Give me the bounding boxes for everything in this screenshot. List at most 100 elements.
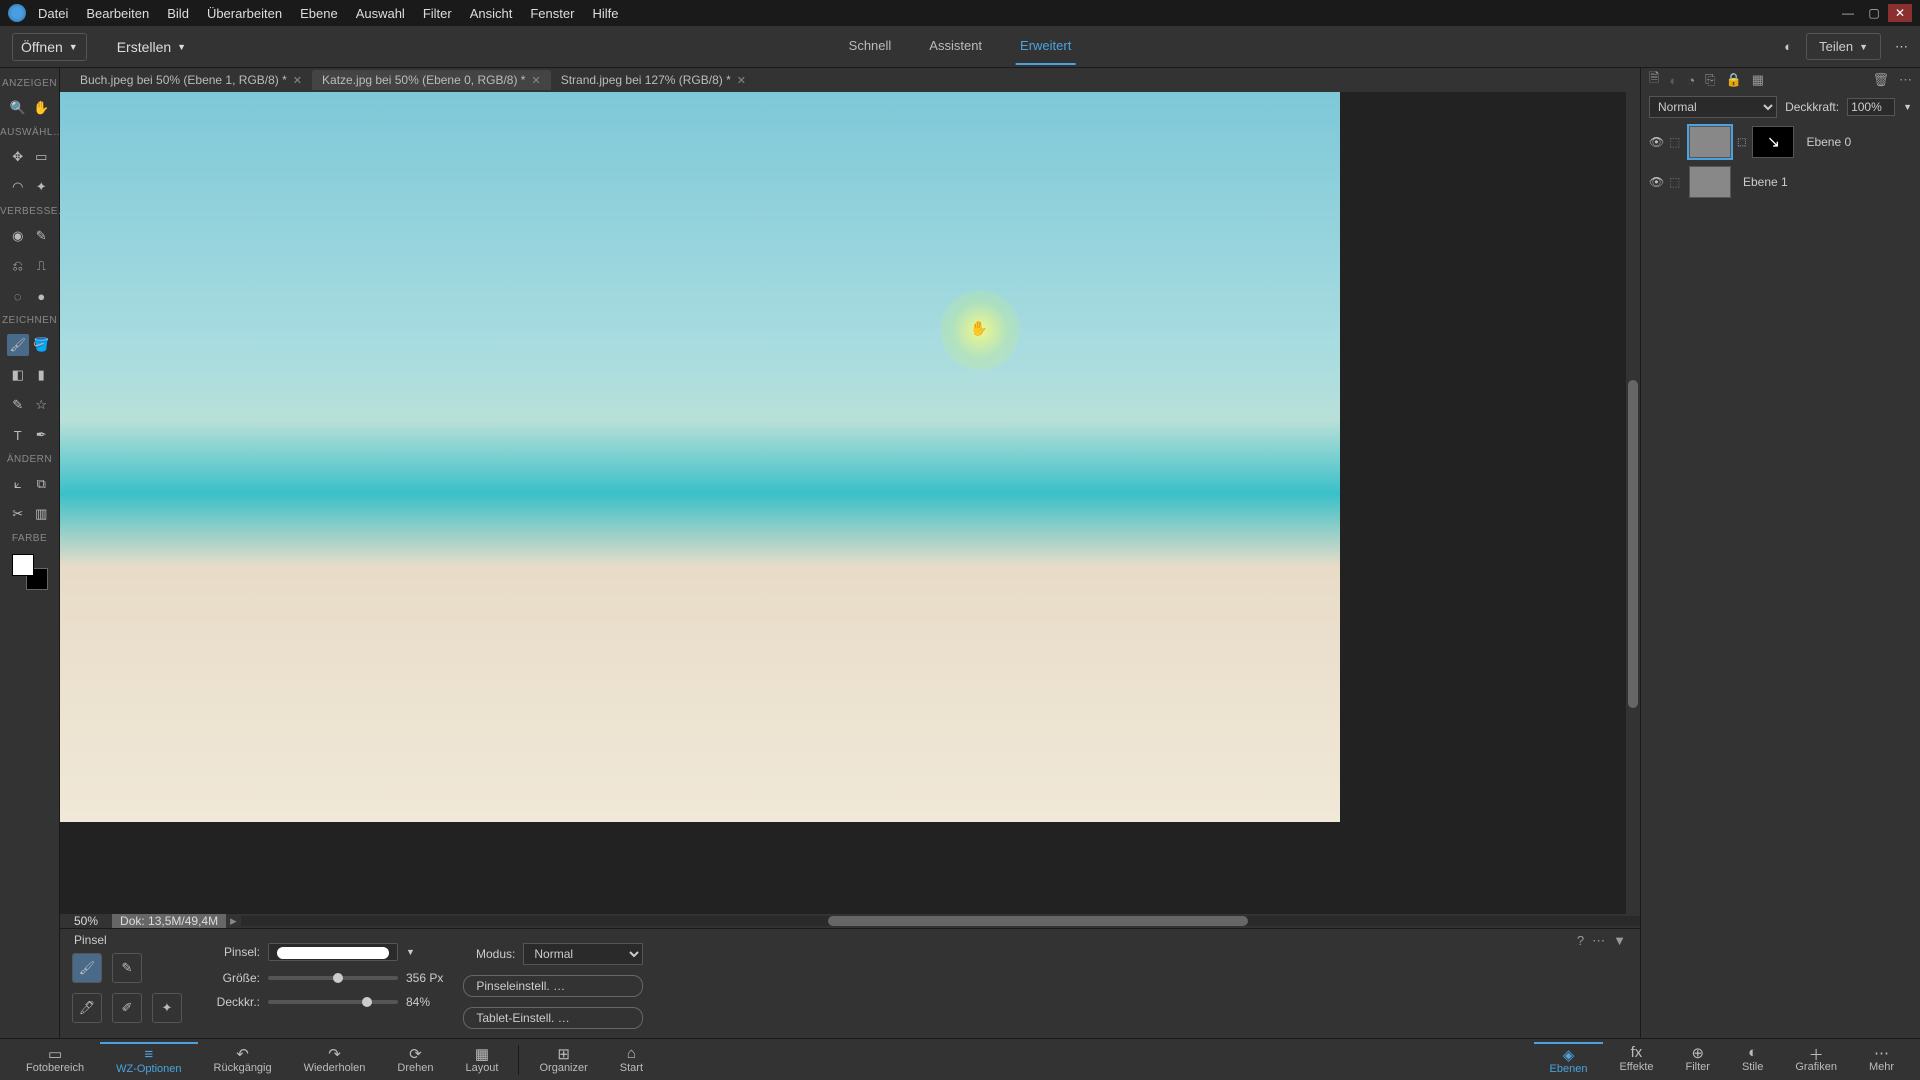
bottom-mehr[interactable]: ⋯Mehr <box>1853 1042 1910 1077</box>
brush-variant-3-icon[interactable]: 🖊 <box>72 993 102 1023</box>
menu-bearbeiten[interactable]: Bearbeiten <box>86 6 149 21</box>
bottom-effekte[interactable]: fxEffekte <box>1603 1042 1669 1077</box>
blur-tool-icon[interactable]: ◌ <box>7 285 29 307</box>
tablet-settings-button[interactable]: Tablet-Einstell. … <box>463 1007 643 1029</box>
zoom-tool-icon[interactable]: 🔍 <box>7 97 29 119</box>
shape-tool-icon[interactable]: ☆ <box>30 394 52 416</box>
tab-close-icon[interactable]: ✕ <box>737 74 746 87</box>
visibility-icon[interactable]: 👁 <box>1649 175 1663 189</box>
mode-select[interactable]: Normal <box>523 943 643 965</box>
bottom-organizer[interactable]: ⊞Organizer <box>523 1043 603 1076</box>
fx-icon[interactable]: ▦ <box>1752 72 1764 88</box>
mode-tab-assistent[interactable]: Assistent <box>925 28 986 65</box>
link-mask-icon[interactable]: ⬚ <box>1737 137 1746 148</box>
bottom-fotobereich[interactable]: ▭Fotobereich <box>10 1043 100 1076</box>
layer-opacity-input[interactable] <box>1847 98 1895 116</box>
panel-more-icon[interactable]: ⋯ <box>1899 72 1912 88</box>
theme-toggle-icon[interactable]: ◐ <box>1784 39 1792 54</box>
brush-variant-4-icon[interactable]: ✐ <box>112 993 142 1023</box>
layer-mask-thumbnail[interactable]: ↘ <box>1752 126 1794 158</box>
menu-bild[interactable]: Bild <box>167 6 189 21</box>
lasso-tool-icon[interactable]: ◠ <box>7 176 29 198</box>
create-button[interactable]: Erstellen▼ <box>107 35 196 59</box>
redeye-tool-icon[interactable]: ◉ <box>7 225 29 247</box>
lock-icon[interactable]: 🔒 <box>1726 72 1742 88</box>
options-more-icon[interactable]: ⋯ <box>1592 933 1605 949</box>
brush-settings-button[interactable]: Pinseleinstell. … <box>463 975 643 997</box>
horizontal-scrollbar[interactable]: 50% Dok: 13,5M/49,4M ▸ <box>60 914 1640 928</box>
brush-tool-icon[interactable]: 🖌 <box>7 334 29 356</box>
move-tool-icon[interactable]: ✥ <box>7 146 29 168</box>
brush-variant-2-icon[interactable]: ✎ <box>112 953 142 983</box>
tab-close-icon[interactable]: ✕ <box>293 74 302 87</box>
share-button[interactable]: Teilen▼ <box>1806 33 1881 60</box>
more-icon[interactable]: ⋯ <box>1895 39 1908 55</box>
opacity-slider[interactable] <box>268 1000 398 1004</box>
menu-ebene[interactable]: Ebene <box>300 6 338 21</box>
hand-tool-icon[interactable]: ✋ <box>30 97 52 119</box>
visibility-icon[interactable]: 👁 <box>1649 135 1663 149</box>
recompose-tool-icon[interactable]: ⧉ <box>30 473 52 495</box>
menu-filter[interactable]: Filter <box>423 6 452 21</box>
brush-variant-1-icon[interactable]: 🖌 <box>72 953 102 983</box>
lock-indicator-icon[interactable]: ⬚ <box>1669 135 1683 149</box>
crop-tool-icon[interactable]: ⟀ <box>7 473 29 495</box>
vertical-scrollbar[interactable] <box>1626 92 1640 914</box>
document-tab[interactable]: Buch.jpeg bei 50% (Ebene 1, RGB/8) *✕ <box>70 70 312 90</box>
menu-ansicht[interactable]: Ansicht <box>470 6 513 21</box>
bottom-drehen[interactable]: ⟳Drehen <box>381 1043 449 1076</box>
layer-row[interactable]: 👁 ⬚ Ebene 1 <box>1641 162 1920 202</box>
bottom-layout[interactable]: ▦Layout <box>449 1043 514 1076</box>
gradient-tool-icon[interactable]: ▮ <box>30 364 52 386</box>
pencil-tool-icon[interactable]: ✎ <box>7 394 29 416</box>
open-button[interactable]: Öffnen▼ <box>12 33 87 61</box>
bottom-ebenen[interactable]: ◈Ebenen <box>1534 1042 1604 1077</box>
layer-row[interactable]: 👁 ⬚ ⬚ ↘ Ebene 0 <box>1641 122 1920 162</box>
new-layer-icon[interactable]: 🗎 <box>1649 69 1659 91</box>
brush-variant-5-icon[interactable]: ✦ <box>152 993 182 1023</box>
brush-preview[interactable] <box>268 943 398 961</box>
menu-datei[interactable]: Datei <box>38 6 68 21</box>
menu-überarbeiten[interactable]: Überarbeiten <box>207 6 282 21</box>
wand-tool-icon[interactable]: ✦ <box>30 176 52 198</box>
bottom-rückgängig[interactable]: ↶Rückgängig <box>198 1043 288 1076</box>
help-icon[interactable]: ? <box>1577 933 1584 949</box>
bottom-grafiken[interactable]: ＋Grafiken <box>1779 1042 1853 1077</box>
lock-indicator-icon[interactable]: ⬚ <box>1669 175 1683 189</box>
blend-mode-select[interactable]: Normal <box>1649 96 1777 118</box>
straighten-tool-icon[interactable]: ✂ <box>7 503 29 525</box>
adjustment-icon[interactable]: ◐ <box>1669 73 1677 88</box>
canvas[interactable]: ✋ <box>60 92 1340 822</box>
document-tab[interactable]: Strand.jpeg bei 127% (RGB/8) *✕ <box>551 70 756 90</box>
document-tab[interactable]: Katze.jpg bei 50% (Ebene 0, RGB/8) *✕ <box>312 70 551 90</box>
mode-tab-erweitert[interactable]: Erweitert <box>1016 28 1075 65</box>
layer-name[interactable]: Ebene 1 <box>1737 175 1912 189</box>
layer-thumbnail[interactable] <box>1689 126 1731 158</box>
layer-thumbnail[interactable] <box>1689 166 1731 198</box>
layer-name[interactable]: Ebene 0 <box>1800 135 1912 149</box>
marquee-tool-icon[interactable]: ▭ <box>30 146 52 168</box>
bottom-stile[interactable]: ◐Stile <box>1726 1042 1779 1077</box>
sponge-tool-icon[interactable]: ● <box>30 285 52 307</box>
pen-tool-icon[interactable]: ✒ <box>30 424 52 446</box>
perspective-tool-icon[interactable]: ▥ <box>30 503 52 525</box>
menu-fenster[interactable]: Fenster <box>530 6 574 21</box>
bottom-wz-optionen[interactable]: ≡WZ-Optionen <box>100 1042 197 1077</box>
clone-tool-icon[interactable]: ⎌ <box>7 255 29 277</box>
brush-dropdown-icon[interactable]: ▼ <box>406 947 415 957</box>
mask-icon[interactable]: ◔ <box>1687 73 1695 88</box>
collapse-icon[interactable]: ▼ <box>1613 933 1626 949</box>
stamp-tool-icon[interactable]: ⎍ <box>30 255 52 277</box>
size-slider[interactable] <box>268 976 398 980</box>
opacity-dropdown-icon[interactable]: ▼ <box>1903 102 1912 112</box>
spot-tool-icon[interactable]: ✎ <box>30 225 52 247</box>
eraser-tool-icon[interactable]: ◧ <box>7 364 29 386</box>
minimize-button[interactable]: ― <box>1836 4 1860 22</box>
bottom-wiederholen[interactable]: ↷Wiederholen <box>288 1043 382 1076</box>
link-icon[interactable]: ⎘ <box>1705 72 1715 88</box>
menu-hilfe[interactable]: Hilfe <box>592 6 618 21</box>
menu-auswahl[interactable]: Auswahl <box>356 6 405 21</box>
bottom-filter[interactable]: ⊕Filter <box>1670 1042 1726 1077</box>
maximize-button[interactable]: ▢ <box>1862 4 1886 22</box>
color-swatches[interactable] <box>12 554 48 590</box>
